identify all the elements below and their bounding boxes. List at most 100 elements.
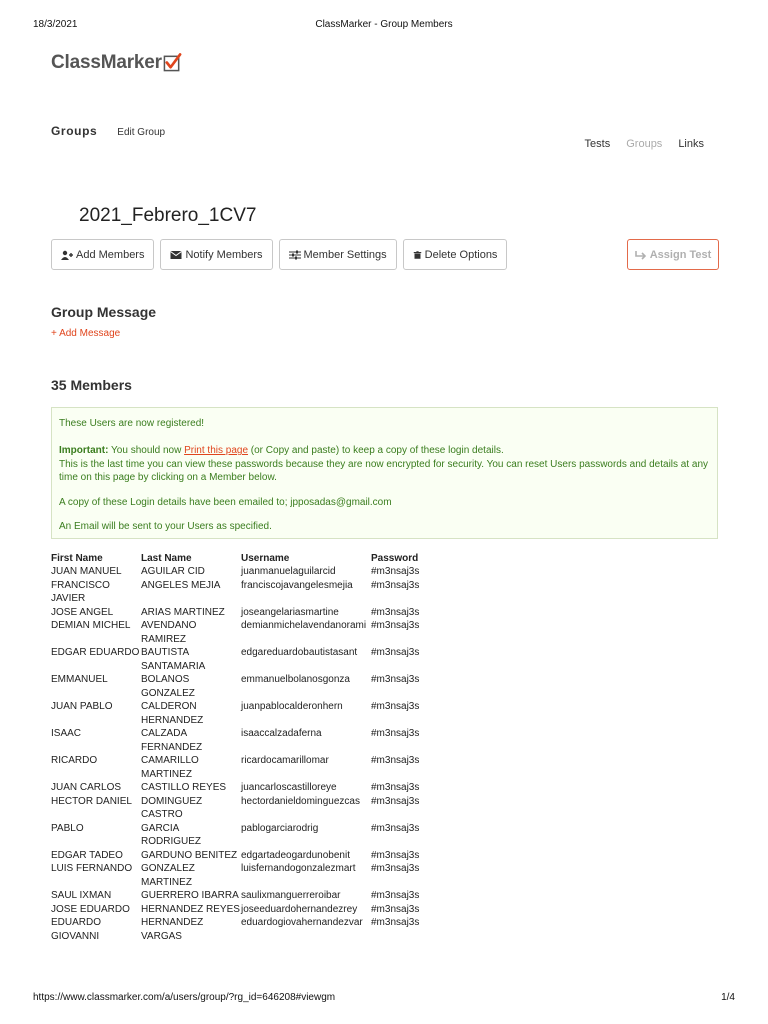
- delete-options-button[interactable]: Delete Options: [402, 239, 508, 270]
- password-cell: #m3nsaj3s: [371, 701, 420, 712]
- table-row[interactable]: SAUL IXMAN GUERRERO IBARRA saulixmanguerre…: [51, 889, 431, 903]
- member-settings-label: Member Settings: [303, 248, 387, 261]
- password-cell: #m3nsaj3s: [371, 795, 420, 807]
- first-name-cell: SAUL IXMAN: [51, 890, 112, 901]
- password-cell: #m3nsaj3s: [371, 890, 420, 901]
- password-cell: #m3nsaj3s: [371, 728, 420, 739]
- assign-test-button[interactable]: Assign Test: [627, 239, 719, 270]
- print-url: https://www.classmarker.com/a/users/grou…: [33, 992, 336, 1003]
- table-row[interactable]: EDUARDO GIOVANNI HERNANDEZ VARGAS eduardog…: [51, 916, 431, 943]
- notify-members-button[interactable]: Notify Members: [160, 239, 273, 270]
- password-cell: #m3nsaj3s: [371, 822, 420, 834]
- tab-edit-group[interactable]: Edit Group: [117, 127, 165, 138]
- username-cell: juanpablocalderonhern: [241, 701, 343, 712]
- table-row[interactable]: JUAN PABLO CALDERON HERNANDEZ juanpablocal…: [51, 700, 431, 727]
- table-row[interactable]: JOSE EDUARDO HERNANDEZ REYES joseeduardohe…: [51, 903, 431, 917]
- members-table: First Name Last Name Username Password J…: [51, 552, 431, 943]
- password-cell: #m3nsaj3s: [371, 566, 420, 577]
- first-name-cell: EDGAR TADEO: [51, 849, 123, 861]
- notice-important-label: Important:: [59, 445, 109, 456]
- print-page-link[interactable]: Print this page: [184, 445, 248, 456]
- classmarker-logo[interactable]: ClassMarker: [51, 52, 182, 74]
- trash-icon: [413, 250, 421, 259]
- notify-members-label: Notify Members: [185, 248, 263, 261]
- username-cell: edgareduardobautistasant: [241, 647, 358, 658]
- member-settings-button[interactable]: Member Settings: [278, 239, 397, 270]
- password-cell: #m3nsaj3s: [371, 647, 420, 658]
- first-name-cell: JUAN CARLOS: [51, 782, 122, 793]
- username-cell: edgartadeogardunobenit: [241, 849, 350, 861]
- password-cell: #m3nsaj3s: [371, 903, 420, 915]
- last-name-cell: DOMINGUEZ CASTRO: [141, 795, 203, 821]
- first-name-cell: JOSE EDUARDO: [51, 903, 130, 915]
- group-message-heading: Group Message: [51, 304, 157, 320]
- first-name-cell: DEMIAN MICHEL: [51, 620, 131, 631]
- last-name-cell: HERNANDEZ VARGAS: [141, 917, 204, 942]
- password-cell: #m3nsaj3s: [371, 620, 420, 631]
- last-name-cell: AGUILAR CID: [141, 566, 205, 577]
- nav-groups[interactable]: Groups: [626, 138, 662, 150]
- table-row[interactable]: JUAN CARLOS CASTILLO REYES juancarloscasti…: [51, 781, 431, 795]
- password-cell: #m3nsaj3s: [371, 849, 420, 861]
- table-row[interactable]: LUIS FERNANDO GONZALEZ MARTINEZ luisfernan…: [51, 862, 431, 889]
- username-cell: joseangelariasmartine: [241, 606, 339, 618]
- logo-text: ClassMarker: [51, 52, 162, 73]
- add-members-label: Add Members: [76, 248, 145, 261]
- first-name-cell: PABLO: [51, 822, 84, 834]
- table-row[interactable]: EDGAR TADEO GARDUNO BENITEZ edgartadeogard…: [51, 849, 431, 863]
- last-name-cell: AVENDANO RAMIREZ: [141, 620, 197, 645]
- table-row[interactable]: EMMANUEL BOLANOS GONZALEZ emmanuelbolanosg…: [51, 673, 431, 700]
- notice-important: Important: You should now Print this pag…: [59, 444, 709, 457]
- checkbox-logo-icon: [163, 52, 182, 71]
- header-username: Username: [241, 553, 290, 564]
- table-row[interactable]: PABLO GARCIA RODRIGUEZ pablogarciarodrig #m…: [51, 822, 431, 849]
- members-table-body: JUAN MANUEL AGUILAR CID juanmanuelaguilarc…: [51, 565, 431, 943]
- last-name-cell: GONZALEZ MARTINEZ: [141, 863, 195, 888]
- last-name-cell: ARIAS MARTINEZ: [141, 606, 225, 618]
- nav-links[interactable]: Links: [678, 138, 704, 150]
- add-members-button[interactable]: Add Members: [51, 239, 155, 270]
- username-cell: saulixmanguerreroibar: [241, 890, 341, 901]
- print-page-number: 1/4: [721, 992, 735, 1003]
- username-cell: pablogarciarodrig: [241, 822, 319, 834]
- table-row[interactable]: DEMIAN MICHEL AVENDANO RAMIREZ demianmiche…: [51, 619, 431, 646]
- add-message-link[interactable]: + Add Message: [51, 328, 120, 339]
- print-header: 18/3/2021 ClassMarker - Group Members: [0, 19, 768, 33]
- table-row[interactable]: JOSE ANGEL ARIAS MARTINEZ joseangelariasma…: [51, 606, 431, 620]
- notice-important-before: You should now: [108, 445, 185, 456]
- group-tabs: Groups Edit Group: [51, 124, 165, 138]
- table-header-row: First Name Last Name Username Password: [51, 552, 431, 565]
- username-cell: isaaccalzadaferna: [241, 728, 322, 739]
- last-name-cell: BOLANOS GONZALEZ: [141, 674, 195, 699]
- first-name-cell: HECTOR DANIEL: [51, 795, 132, 807]
- members-count-heading: 35 Members: [51, 377, 132, 393]
- first-name-cell: ISAAC: [51, 728, 82, 739]
- table-row[interactable]: RICARDO CAMARILLO MARTINEZ ricardocamarill…: [51, 754, 431, 781]
- tab-groups[interactable]: Groups: [51, 124, 97, 138]
- table-row[interactable]: EDGAR EDUARDO BAUTISTA SANTAMARIA edgaredu…: [51, 646, 431, 673]
- table-row[interactable]: JUAN MANUEL AGUILAR CID juanmanuelaguilarc…: [51, 565, 431, 579]
- nav-tests[interactable]: Tests: [585, 138, 611, 150]
- table-row[interactable]: ISAAC CALZADA FERNANDEZ isaaccalzadaferna #…: [51, 727, 431, 754]
- first-name-cell: JUAN MANUEL: [51, 566, 122, 577]
- last-name-cell: GARCIA RODRIGUEZ: [141, 822, 201, 848]
- username-cell: juancarloscastilloreye: [241, 782, 337, 793]
- table-row[interactable]: FRANCISCO JAVIER ANGELES MEJIA franciscoja…: [51, 579, 431, 606]
- last-name-cell: HERNANDEZ REYES: [141, 903, 240, 915]
- password-cell: #m3nsaj3s: [371, 674, 420, 685]
- first-name-cell: RICARDO: [51, 755, 98, 766]
- first-name-cell: JOSE ANGEL: [51, 606, 114, 618]
- header-password: Password: [371, 553, 419, 564]
- username-cell: luisfernandogonzalezmart: [241, 863, 356, 874]
- first-name-cell: EDGAR EDUARDO: [51, 647, 140, 658]
- first-name-cell: FRANCISCO JAVIER: [51, 579, 110, 605]
- username-cell: joseeduardohernandezrey: [241, 903, 358, 915]
- header-first-name: First Name: [51, 553, 103, 564]
- registration-notice: These Users are now registered! Importan…: [51, 407, 718, 539]
- password-cell: #m3nsaj3s: [371, 917, 420, 928]
- last-name-cell: GARDUNO BENITEZ: [141, 849, 238, 861]
- last-name-cell: GUERRERO IBARRA: [141, 890, 239, 901]
- table-row[interactable]: HECTOR DANIEL DOMINGUEZ CASTRO hectordanie…: [51, 795, 431, 822]
- notice-registered: These Users are now registered!: [59, 418, 205, 429]
- username-cell: demianmichelavendanorami: [241, 620, 367, 631]
